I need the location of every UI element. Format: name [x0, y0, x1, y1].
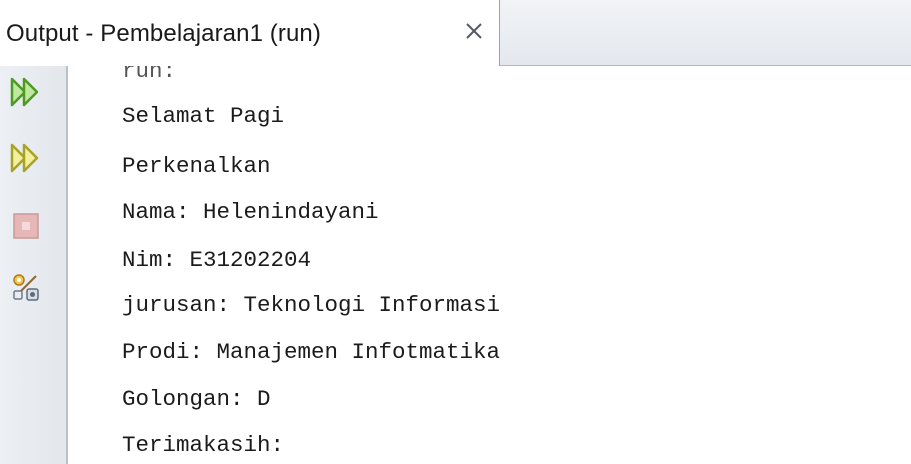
- tab-title: Output - Pembelajaran1 (run): [6, 20, 321, 47]
- stop-icon[interactable]: [8, 208, 44, 244]
- output-toolbar: [0, 66, 68, 464]
- console-line: run:: [122, 66, 177, 84]
- rerun-icon[interactable]: [8, 74, 44, 110]
- output-window: Output - Pembelajaran1 (run) run: Selama…: [0, 0, 911, 464]
- console-line: Nama: Helenindayani: [122, 199, 379, 225]
- console-line: Selamat Pagi: [122, 103, 285, 129]
- tab-bar: Output - Pembelajaran1 (run): [0, 0, 911, 66]
- tab-output[interactable]: Output - Pembelajaran1 (run): [0, 0, 500, 66]
- output-console[interactable]: run: Selamat Pagi Perkenalkan Nama: Hele…: [68, 66, 911, 464]
- settings-icon[interactable]: [8, 270, 44, 306]
- rerun-with-options-icon[interactable]: [8, 140, 44, 176]
- console-line: jurusan: Teknologi Informasi: [122, 292, 501, 318]
- close-icon[interactable]: [463, 20, 485, 42]
- console-line: Terimakasih:: [122, 432, 285, 458]
- console-line: Prodi: Manajemen Infotmatika: [122, 339, 501, 365]
- console-line: Perkenalkan: [122, 153, 271, 179]
- console-line: Nim: E31202204: [122, 247, 312, 273]
- console-line: Golongan: D: [122, 386, 271, 412]
